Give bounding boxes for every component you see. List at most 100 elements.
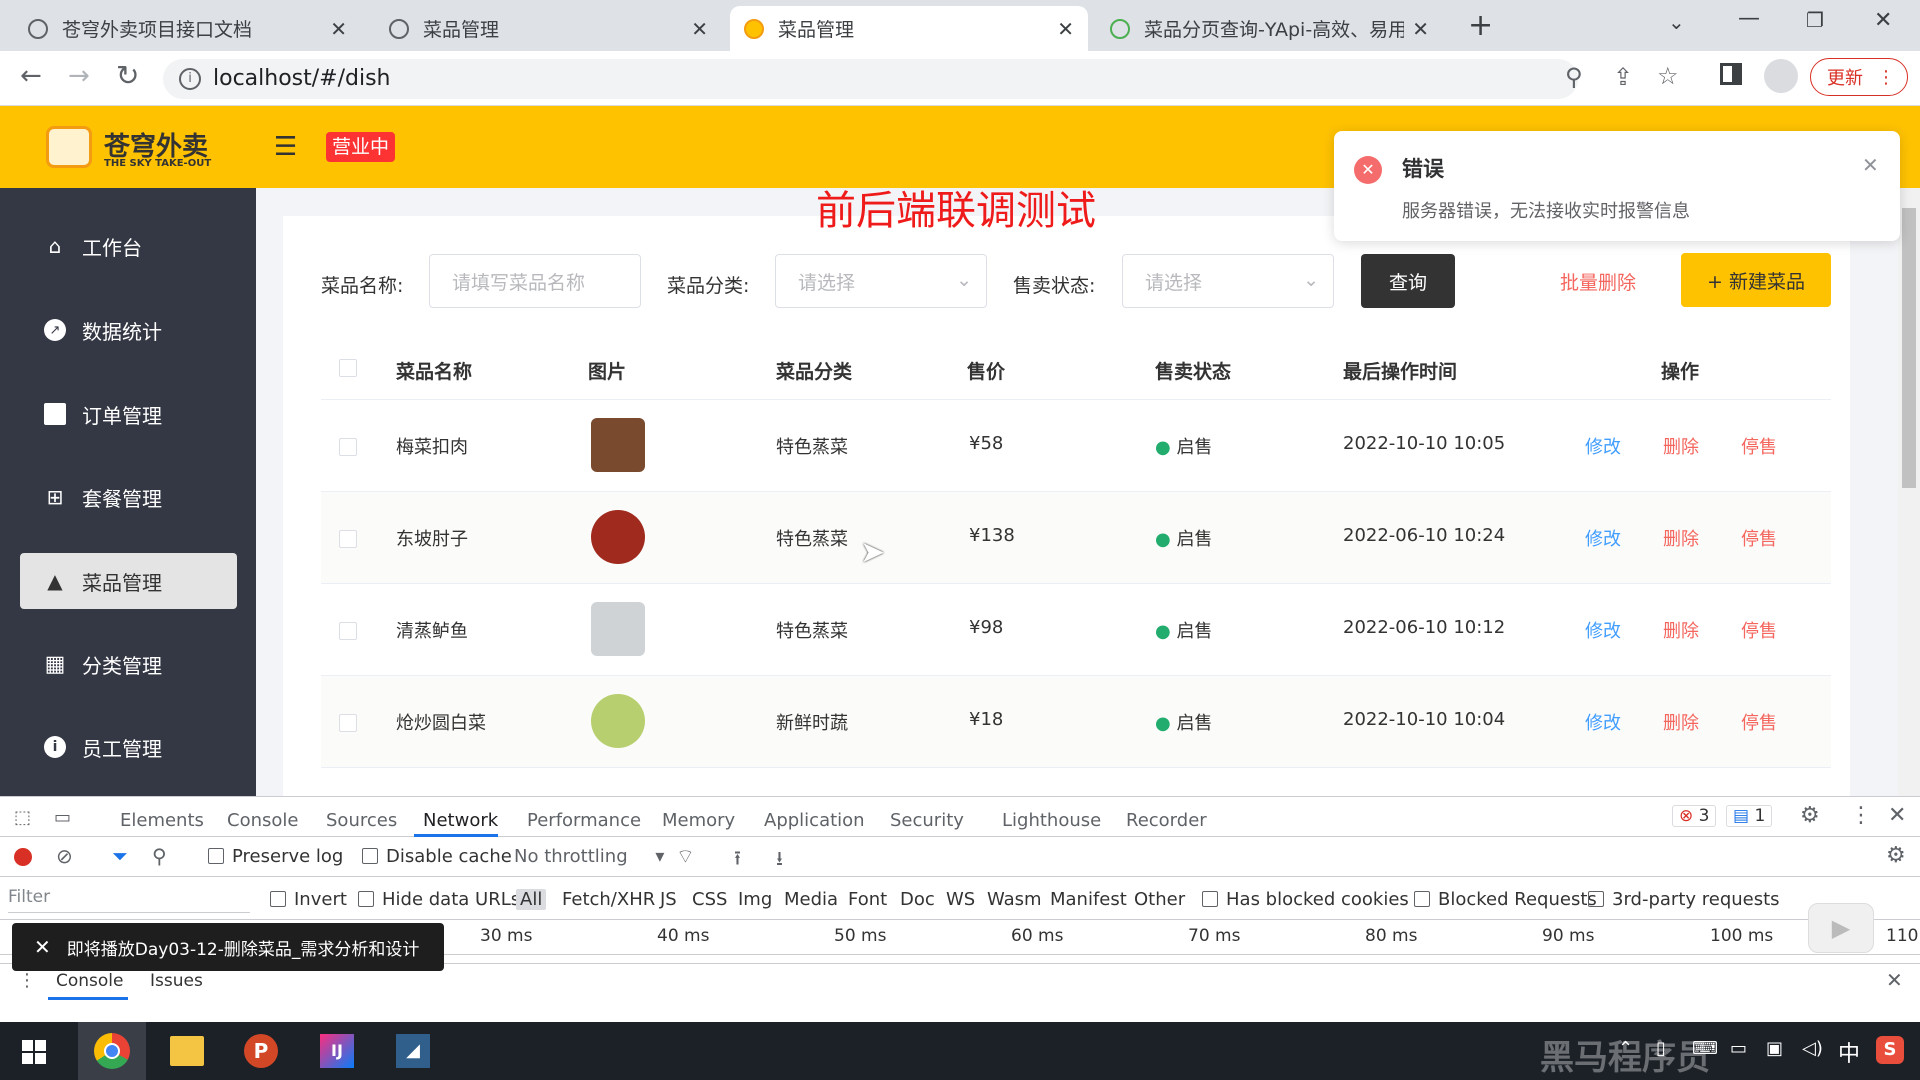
side-panel-icon[interactable] xyxy=(1720,63,1742,85)
message-counter[interactable]: ▤ 1 xyxy=(1726,805,1773,827)
blocked-requests-checkbox[interactable]: Blocked Requests xyxy=(1414,889,1597,910)
network-conditions-icon[interactable]: ⌔ xyxy=(676,844,695,869)
disable-link[interactable]: 停售 xyxy=(1741,525,1777,551)
close-icon[interactable]: ✕ xyxy=(1412,17,1429,41)
next-video-toast[interactable]: ✕ 即将播放Day03-12-删除菜品_需求分析和设计 xyxy=(12,923,444,971)
close-icon[interactable]: ✕ xyxy=(691,17,708,41)
tray-expand-icon[interactable]: ⌃ xyxy=(1618,1038,1633,1059)
devtools-tab-active[interactable]: Network xyxy=(423,810,498,831)
menu-collapse-icon[interactable]: ☰ xyxy=(274,132,297,162)
taskbar-chrome[interactable] xyxy=(78,1022,146,1080)
file-explorer-icon[interactable] xyxy=(170,1036,204,1066)
database-tool-icon[interactable]: ◢ xyxy=(396,1034,430,1068)
type-filter[interactable]: Img xyxy=(738,889,772,910)
devtools-close-icon[interactable]: ✕ xyxy=(1888,803,1906,828)
tray-display-icon[interactable]: ▣ xyxy=(1766,1038,1783,1059)
settings-gear-icon[interactable]: ⚙ xyxy=(1800,803,1820,828)
close-icon[interactable]: ✕ xyxy=(330,17,347,41)
devtools-tab[interactable]: Elements xyxy=(120,810,204,831)
ime-indicator[interactable]: 中 xyxy=(1838,1036,1860,1068)
type-filter[interactable]: Doc xyxy=(900,889,935,910)
row-checkbox[interactable] xyxy=(339,714,357,732)
dish-name-input[interactable]: 请填写菜品名称 xyxy=(429,254,641,308)
tray-volume-icon[interactable]: ◁) xyxy=(1802,1038,1823,1059)
sidebar-item-statistics[interactable]: ↗ 数据统计 xyxy=(20,302,237,358)
video-play-icon[interactable]: ▶ xyxy=(1808,903,1874,953)
edit-link[interactable]: 修改 xyxy=(1585,433,1621,459)
sidebar-item-category[interactable]: ▦ 分类管理 xyxy=(20,636,237,692)
close-icon[interactable]: ✕ xyxy=(1057,17,1074,41)
sale-status-select[interactable]: 请选择 ⌄ xyxy=(1122,254,1334,308)
page-scrollbar[interactable] xyxy=(1898,188,1920,796)
type-filter[interactable]: Other xyxy=(1134,889,1185,910)
network-filter-input[interactable]: Filter xyxy=(8,881,250,913)
browser-tab[interactable]: 苍穹外卖项目接口文档 ✕ xyxy=(14,6,361,51)
network-settings-icon[interactable]: ⚙ xyxy=(1886,843,1906,868)
restore-icon[interactable]: ❐ xyxy=(1806,8,1824,32)
delete-link[interactable]: 删除 xyxy=(1663,617,1699,643)
category-select[interactable]: 请选择 ⌄ xyxy=(775,254,987,308)
window-close-icon[interactable]: ✕ xyxy=(1874,8,1892,33)
tab-search-icon[interactable]: ⌄ xyxy=(1668,10,1685,34)
record-icon[interactable] xyxy=(14,848,32,866)
devtools-tab[interactable]: Application xyxy=(764,810,865,831)
drawer-menu-icon[interactable]: ⋮ xyxy=(18,970,36,991)
sidebar-item-orders[interactable]: 订单管理 xyxy=(20,386,237,442)
query-button[interactable]: 查询 xyxy=(1361,254,1455,308)
disable-link[interactable]: 停售 xyxy=(1741,709,1777,735)
profile-avatar-icon[interactable] xyxy=(1764,59,1798,93)
disable-link[interactable]: 停售 xyxy=(1741,433,1777,459)
row-checkbox[interactable] xyxy=(339,530,357,548)
share-icon[interactable]: ⇪ xyxy=(1613,63,1633,91)
devtools-tab[interactable]: Security xyxy=(890,810,964,831)
sidebar-item-employee[interactable]: i 员工管理 xyxy=(20,719,237,775)
bookmark-star-icon[interactable]: ☆ xyxy=(1657,62,1679,90)
devtools-tab[interactable]: Console xyxy=(227,810,298,831)
inspect-icon[interactable]: ⬚ xyxy=(14,807,31,828)
devtools-tab[interactable]: Lighthouse xyxy=(1002,810,1101,831)
select-all-checkbox[interactable] xyxy=(339,359,357,377)
devtools-tab[interactable]: Sources xyxy=(326,810,397,831)
type-filter[interactable]: Manifest xyxy=(1050,889,1127,910)
type-filter[interactable]: Media xyxy=(784,889,838,910)
sidebar-item-setmeal[interactable]: ⊞ 套餐管理 xyxy=(20,469,237,525)
tray-network-icon[interactable]: ⌨ xyxy=(1692,1038,1718,1059)
devtools-tab[interactable]: Recorder xyxy=(1126,810,1207,831)
drawer-tab-console[interactable]: Console xyxy=(56,971,124,991)
error-counter[interactable]: ⊗ 3 xyxy=(1672,805,1717,827)
disable-cache-checkbox[interactable]: Disable cache xyxy=(362,846,512,867)
type-filter[interactable]: JS xyxy=(660,889,677,910)
windows-start-icon[interactable] xyxy=(22,1040,46,1064)
update-button[interactable]: 更新 ⋮ xyxy=(1810,58,1908,96)
invert-checkbox[interactable]: Invert xyxy=(270,889,347,910)
browser-tab[interactable]: 菜品分页查询-YApi-高效、易用... ✕ xyxy=(1096,6,1443,51)
batch-delete-button[interactable]: 批量删除 xyxy=(1553,254,1643,308)
powerpoint-icon[interactable]: P xyxy=(244,1034,278,1068)
back-icon[interactable]: ← xyxy=(20,61,42,91)
edit-link[interactable]: 修改 xyxy=(1585,617,1621,643)
forward-icon[interactable]: → xyxy=(68,61,90,91)
drawer-close-icon[interactable]: ✕ xyxy=(1886,968,1903,992)
new-dish-button[interactable]: + 新建菜品 xyxy=(1681,253,1831,307)
sidebar-item-dashboard[interactable]: ⌂ 工作台 xyxy=(20,218,237,274)
hide-data-urls-checkbox[interactable]: Hide data URLs xyxy=(358,889,520,910)
edit-link[interactable]: 修改 xyxy=(1585,709,1621,735)
zoom-icon[interactable]: ⚲ xyxy=(1565,63,1583,91)
tray-app-icon[interactable]: S xyxy=(1876,1036,1904,1064)
devtools-tab[interactable]: Memory xyxy=(662,810,735,831)
delete-link[interactable]: 删除 xyxy=(1663,709,1699,735)
type-filter[interactable]: CSS xyxy=(692,889,727,910)
throttling-select[interactable]: No throttling ▾ xyxy=(514,846,664,867)
browser-tab[interactable]: 菜品管理 ✕ xyxy=(375,6,722,51)
filter-icon[interactable]: ⏷ xyxy=(112,844,128,868)
close-icon[interactable]: ✕ xyxy=(34,935,51,959)
type-filter[interactable]: Fetch/XHR xyxy=(562,889,655,910)
delete-link[interactable]: 删除 xyxy=(1663,433,1699,459)
scrollbar-thumb[interactable] xyxy=(1902,208,1916,488)
url-text[interactable]: localhost/#/dish xyxy=(213,66,391,91)
devtools-tab[interactable]: Performance xyxy=(527,810,641,831)
blocked-cookies-checkbox[interactable]: Has blocked cookies xyxy=(1202,889,1409,910)
menu-dots-icon[interactable]: ⋮ xyxy=(1877,67,1895,88)
type-filter[interactable]: Wasm xyxy=(987,889,1042,910)
search-icon[interactable]: ⚲ xyxy=(152,844,167,868)
